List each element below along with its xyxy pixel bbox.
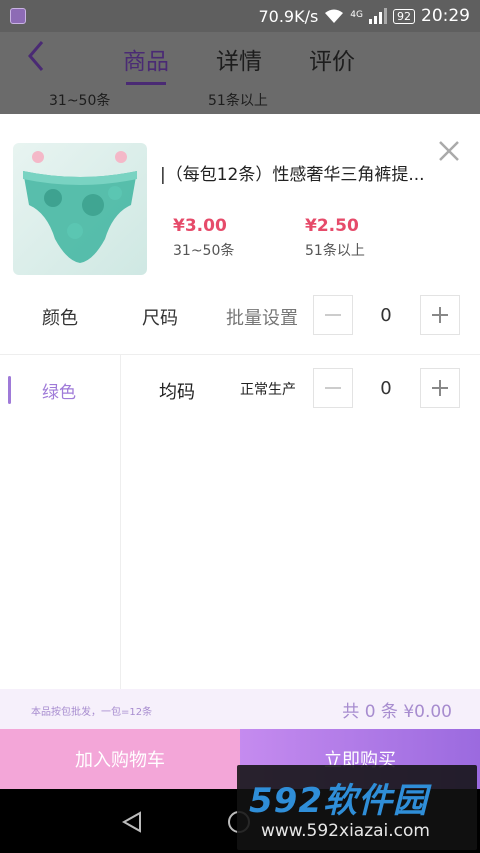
- batch-decrement-button[interactable]: [313, 295, 353, 335]
- app-notification-icon: [10, 8, 26, 24]
- column-divider: [120, 354, 121, 689]
- watermark-brand: 592软件园: [249, 781, 428, 821]
- product-title: |（每包12条）性感奢华三角裤提...: [160, 165, 425, 185]
- color-option-green[interactable]: 绿色: [42, 378, 76, 403]
- plus-icon: [432, 380, 448, 396]
- price-tier-2-range: 51条以上: [305, 243, 365, 259]
- sku-selection-sheet: |（每包12条）性感奢华三角裤提... ¥3.00 31~50条 ¥2.50 5…: [0, 114, 480, 789]
- price-tier-2: ¥2.50: [305, 216, 359, 236]
- order-total: 共 0 条 ¥0.00: [342, 702, 452, 722]
- nav-range-right: 51条以上: [208, 93, 268, 109]
- color-header: 颜色: [42, 308, 78, 329]
- active-tab-indicator: [126, 82, 166, 85]
- quantity-decrement-button[interactable]: [313, 368, 353, 408]
- network-speed: 70.9K/s: [258, 6, 319, 26]
- top-navigation: 商品 详情 评价 31~50条 51条以上: [0, 32, 480, 114]
- minus-icon: [325, 314, 341, 316]
- order-summary-bar: 本品按包批发，一包=12条 共 0 条 ¥0.00: [0, 689, 480, 729]
- production-status: 正常生产: [240, 382, 296, 398]
- nav-range-left: 31~50条: [49, 93, 111, 109]
- watermark-url: www.592xiazai.com: [261, 821, 430, 841]
- wholesale-note: 本品按包批发，一包=12条: [31, 707, 153, 718]
- plus-icon: [432, 307, 448, 323]
- price-tier-1: ¥3.00: [173, 216, 227, 236]
- tab-reviews[interactable]: 评价: [309, 42, 355, 76]
- size-value: 均码: [159, 382, 195, 403]
- batch-setting-label: 批量设置: [226, 308, 298, 329]
- tab-details[interactable]: 详情: [216, 42, 262, 76]
- signal-icon: [369, 8, 387, 24]
- minus-icon: [325, 387, 341, 389]
- battery-indicator: 92: [393, 8, 415, 24]
- quantity-increment-button[interactable]: [420, 368, 460, 408]
- tab-goods[interactable]: 商品: [123, 42, 169, 76]
- wifi-icon: [325, 9, 344, 23]
- watermark: 592软件园 www.592xiazai.com: [237, 765, 477, 850]
- size-header: 尺码: [142, 308, 178, 329]
- clock: 20:29: [421, 6, 470, 26]
- network-type: 4G: [350, 10, 363, 20]
- back-arrow-icon[interactable]: [22, 38, 52, 74]
- status-bar: 70.9K/s 4G 92 20:29: [0, 0, 480, 32]
- row-quantity: 0: [380, 378, 392, 399]
- add-to-cart-button[interactable]: 加入购物车: [0, 729, 240, 789]
- header-divider: [0, 354, 480, 355]
- back-triangle-icon[interactable]: [121, 811, 143, 833]
- price-tier-1-range: 31~50条: [173, 243, 235, 259]
- batch-quantity: 0: [380, 305, 392, 326]
- selected-color-indicator: [8, 376, 11, 404]
- batch-increment-button[interactable]: [420, 295, 460, 335]
- product-image: [13, 143, 147, 275]
- close-icon[interactable]: [438, 140, 460, 162]
